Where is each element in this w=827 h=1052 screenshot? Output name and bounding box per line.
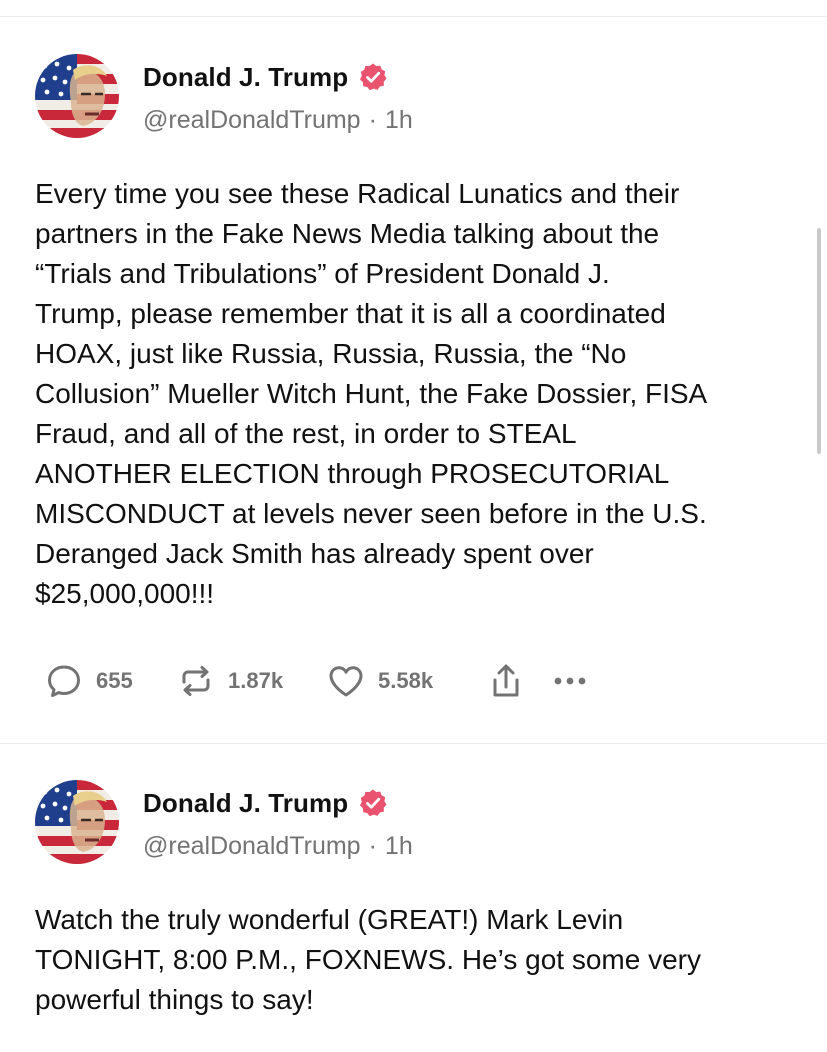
avatar[interactable] — [35, 780, 119, 864]
timestamp[interactable]: 1h — [385, 832, 413, 860]
speech-bubble-icon — [44, 661, 84, 701]
handle[interactable]: @realDonaldTrump — [143, 106, 361, 134]
repost-arrows-icon — [176, 661, 216, 701]
scrollbar[interactable] — [817, 228, 821, 454]
display-name[interactable]: Donald J. Trump — [143, 788, 348, 819]
share-button[interactable] — [486, 661, 550, 701]
separator: · — [368, 832, 377, 860]
handle[interactable]: @realDonaldTrump — [143, 832, 361, 860]
verified-badge-icon — [358, 788, 388, 818]
share-upload-icon — [486, 661, 526, 701]
post-body: Every time you see these Radical Lunatic… — [35, 178, 708, 609]
separator: · — [368, 106, 377, 134]
handle-row: @realDonaldTrump · 1h — [143, 106, 413, 135]
more-options-button[interactable] — [550, 661, 610, 701]
repost-button[interactable]: 1.87k — [176, 661, 326, 701]
timestamp[interactable]: 1h — [385, 106, 413, 134]
author-row: Donald J. Trump — [143, 60, 388, 94]
post-actions: 655 1.87k 5.58k — [44, 658, 610, 704]
top-divider — [0, 16, 827, 17]
reply-button[interactable]: 655 — [44, 661, 176, 701]
post-divider — [0, 743, 827, 744]
handle-row: @realDonaldTrump · 1h — [143, 832, 413, 861]
repost-count: 1.87k — [228, 668, 284, 693]
heart-icon — [326, 661, 366, 701]
like-button[interactable]: 5.58k — [326, 661, 486, 701]
like-count: 5.58k — [378, 668, 434, 693]
post-body: Watch the truly wonderful (GREAT!) Mark … — [35, 904, 701, 1015]
author-row: Donald J. Trump — [143, 786, 388, 820]
display-name[interactable]: Donald J. Trump — [143, 62, 348, 93]
avatar[interactable] — [35, 54, 119, 138]
more-dots-icon — [550, 661, 590, 701]
verified-badge-icon — [358, 62, 388, 92]
reply-count: 655 — [96, 668, 133, 693]
